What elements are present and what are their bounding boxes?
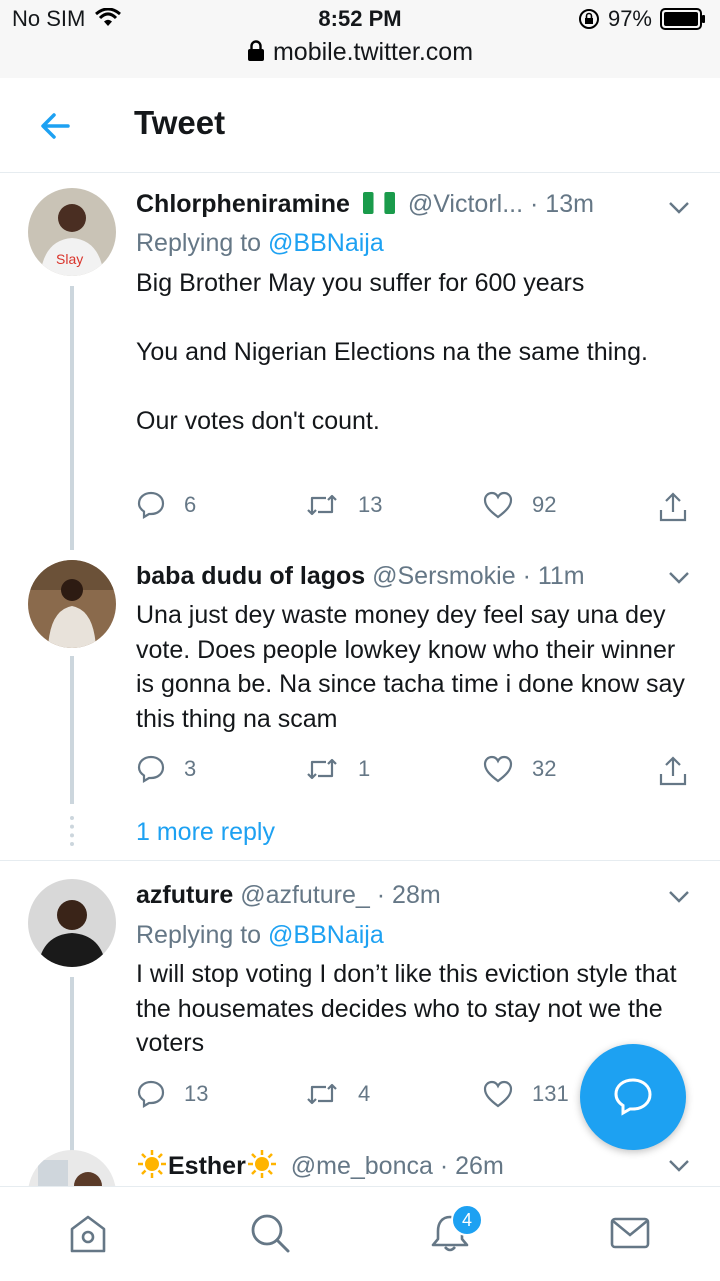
reply-icon	[137, 1080, 165, 1108]
rotation-lock-icon	[578, 9, 599, 29]
battery-icon	[660, 8, 705, 30]
like-button[interactable]: 92	[482, 490, 556, 520]
back-arrow-icon[interactable]	[36, 106, 76, 146]
like-count: 131	[532, 1081, 569, 1106]
home-icon[interactable]	[66, 1211, 110, 1255]
avatar[interactable]: Slay	[28, 188, 116, 276]
replying-to-link[interactable]: @BBNaija	[268, 229, 384, 257]
handle[interactable]: @me_bonca	[291, 1152, 433, 1180]
chevron-down-icon[interactable]	[666, 883, 692, 909]
reply-button[interactable]: 3	[136, 754, 196, 784]
reply-button[interactable]: 13	[136, 1079, 208, 1109]
tweet-header: baba dudu of lagos @Sersmokie · 11m	[136, 562, 585, 591]
share-button[interactable]	[656, 490, 690, 524]
tweet[interactable]: baba dudu of lagos @Sersmokie · 11m Una …	[0, 546, 720, 856]
nigeria-flag-icon	[362, 192, 395, 214]
display-name[interactable]: Esther	[168, 1152, 246, 1180]
reply-button[interactable]: 6	[136, 490, 196, 520]
sun-emoji-icon	[247, 1150, 276, 1178]
url-text: mobile.twitter.com	[272, 38, 474, 66]
like-count: 92	[532, 492, 557, 517]
reply-count: 6	[184, 492, 197, 517]
heart-icon	[483, 491, 513, 519]
retweet-icon	[307, 1083, 337, 1105]
avatar[interactable]	[28, 879, 116, 967]
page-title: Tweet	[134, 104, 226, 141]
tweet-text: Big Brother May you suffer for 600 years…	[136, 269, 648, 435]
avatar[interactable]	[28, 560, 116, 648]
timestamp: · 28m	[376, 881, 441, 909]
timestamp: · 11m	[522, 562, 585, 590]
avatar[interactable]	[28, 1150, 116, 1186]
thread-line	[70, 286, 74, 550]
handle[interactable]: @azfuture_	[240, 881, 370, 909]
thread-dots	[70, 816, 74, 846]
lock-icon	[247, 40, 264, 61]
url-bar[interactable]: mobile.twitter.com	[0, 38, 720, 67]
retweet-icon	[307, 494, 337, 516]
heart-icon	[483, 755, 513, 783]
display-name[interactable]: azfuture	[136, 881, 233, 909]
retweet-count: 13	[358, 492, 383, 517]
display-name[interactable]: Chlorpheniramine	[136, 190, 350, 218]
more-replies-link[interactable]: 1 more reply	[136, 818, 275, 847]
share-button[interactable]	[656, 754, 690, 788]
chevron-down-icon[interactable]	[666, 194, 692, 220]
retweet-button[interactable]: 13	[304, 490, 382, 520]
handle[interactable]: @Sersmokie	[372, 562, 515, 590]
share-icon	[659, 756, 687, 786]
replying-to: Replying to @BBNaija	[136, 229, 384, 257]
reply-icon	[137, 491, 165, 519]
svg-text:Slay: Slay	[56, 251, 83, 267]
tweet-header: azfuture @azfuture_ · 28m	[136, 881, 441, 910]
tweet-header: Esther @me_bonca · 26m	[136, 1148, 504, 1181]
tweet-header: Chlorpheniramine @Victorl... · 13m	[136, 190, 594, 219]
chevron-down-icon[interactable]	[666, 1152, 692, 1178]
compose-reply-button[interactable]	[580, 1044, 686, 1150]
timestamp: · 13m	[530, 190, 594, 218]
reply-bubble-icon	[614, 1078, 652, 1116]
like-button[interactable]: 32	[482, 754, 556, 784]
chevron-down-icon[interactable]	[666, 564, 692, 590]
like-count: 32	[532, 756, 557, 781]
replying-to: Replying to @BBNaija	[136, 921, 384, 949]
thread-line	[70, 977, 74, 1167]
share-icon	[659, 492, 687, 522]
bottom-tab-bar: 4	[0, 1186, 720, 1281]
replying-to-link[interactable]: @BBNaija	[268, 921, 384, 949]
timestamp: · 26m	[439, 1152, 504, 1180]
retweet-icon	[307, 758, 337, 780]
tweet-actions: 6 13 92	[136, 490, 696, 526]
messages-icon[interactable]	[608, 1211, 652, 1255]
tweet-actions: 3 1 32	[136, 754, 696, 790]
header: Tweet	[0, 78, 720, 173]
display-name[interactable]: baba dudu of lagos	[136, 562, 365, 590]
like-button[interactable]: 131	[482, 1079, 569, 1109]
tweet[interactable]: Slay Chlorpheniramine @Victorl... · 13m …	[0, 172, 720, 550]
retweet-count: 4	[358, 1081, 371, 1106]
tweet-text: Una just dey waste money dey feel say un…	[136, 601, 692, 733]
heart-icon	[483, 1080, 513, 1108]
battery-percent: 97%	[607, 6, 652, 31]
retweet-count: 1	[358, 756, 371, 781]
sun-emoji-icon	[138, 1150, 166, 1178]
notification-badge: 4	[451, 1204, 483, 1236]
battery-status: 97%	[578, 6, 706, 32]
retweet-button[interactable]: 1	[304, 754, 370, 784]
reply-count: 3	[184, 756, 197, 781]
reply-icon	[137, 755, 165, 783]
status-bar: No SIM 8:52 PM 97% mobile.twitter.com	[0, 0, 720, 78]
retweet-button[interactable]: 4	[304, 1079, 370, 1109]
thread-line	[70, 656, 74, 804]
handle[interactable]: @Victorl...	[408, 190, 523, 218]
reply-count: 13	[184, 1081, 209, 1106]
search-icon[interactable]	[248, 1211, 292, 1255]
